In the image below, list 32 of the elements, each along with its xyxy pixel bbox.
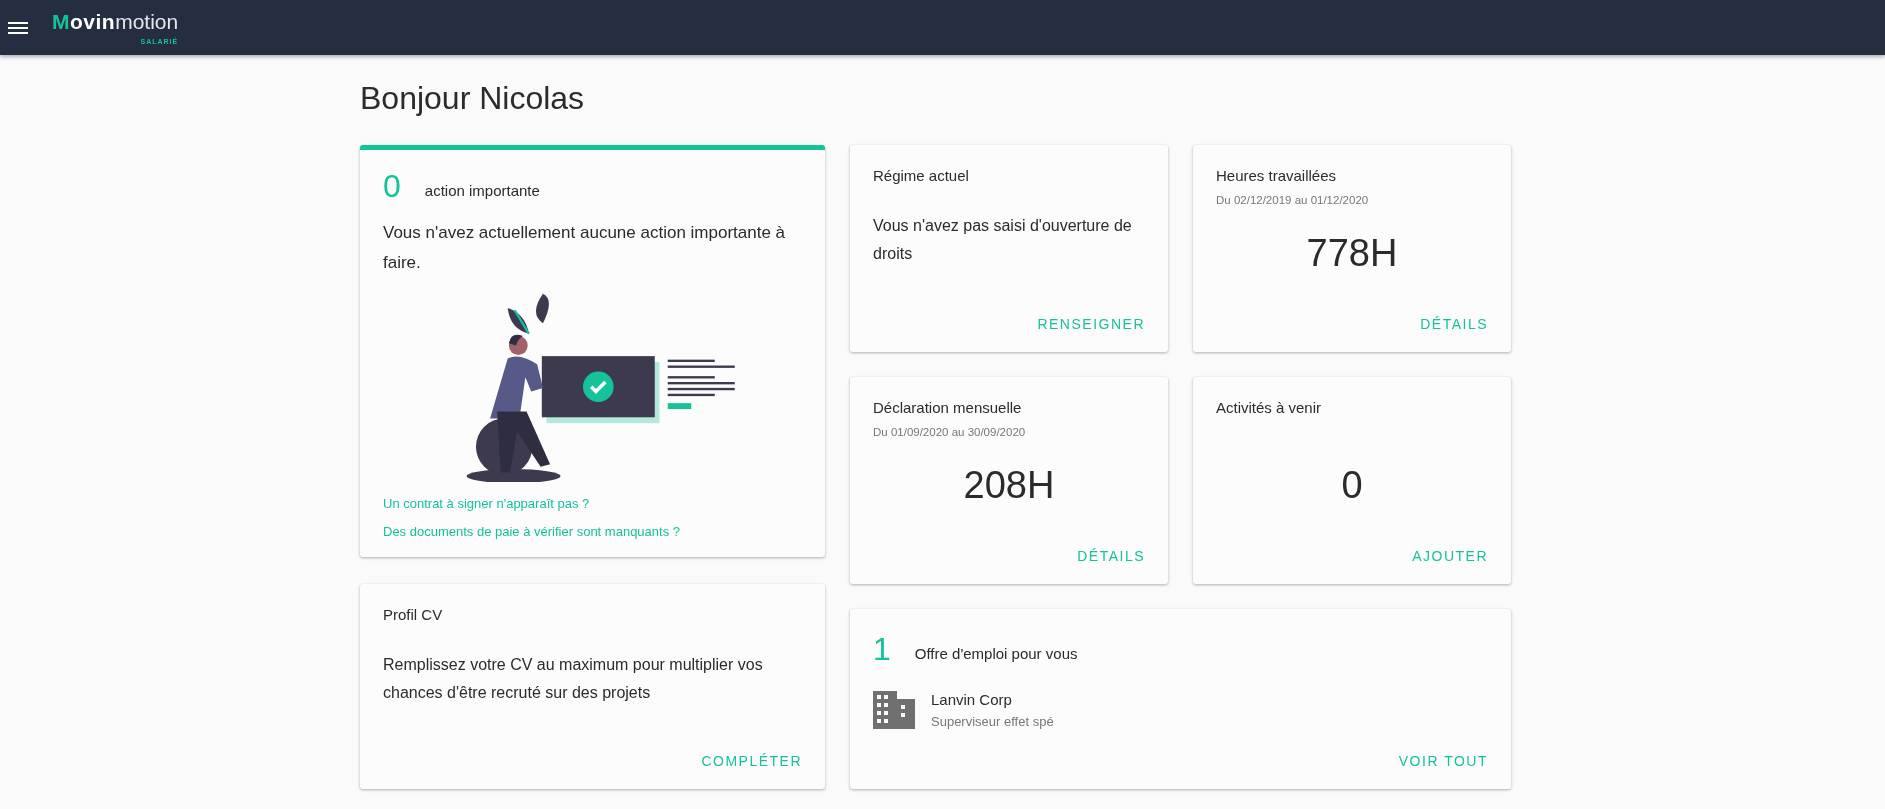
stat-value: 208H (962, 463, 1056, 509)
company-name: Lanvin Corp (931, 690, 1013, 711)
complete-button[interactable]: COMPLÉTER (701, 751, 802, 773)
card-title: Heures travaillées (1216, 166, 1338, 187)
job-position: Superviseur effet spé (931, 712, 1054, 731)
card-title: Activités à venir (1216, 398, 1323, 419)
greeting-title: Bonjour Nicolas (360, 79, 586, 118)
card-message: Vous n'avez actuellement aucune action importante à faire. (383, 222, 787, 275)
card-title: Régime actuel (873, 166, 970, 187)
card-title: Profil CV (383, 605, 444, 626)
card-action-button[interactable]: RENSEIGNER (1037, 314, 1145, 336)
card-message: Vous n'avez pas saisi d'ouverture de droits (873, 215, 1133, 264)
logo-text: motion (115, 9, 179, 36)
help-link[interactable]: Des documents de paie à vérifier sont manquants ? (383, 521, 680, 542)
stat-value: 0 (1340, 463, 1364, 509)
card-message: Remplissez votre CV au maximum pour multiplier vos chances d'être recruté sur des projets (383, 654, 764, 703)
help-link[interactable]: Un contrat à signer n'apparaît pas ? (383, 494, 590, 514)
date-range: Du 01/09/2020 au 30/09/2020 (873, 424, 1027, 440)
card-title: Offre d'emploi pour vous (914, 643, 1078, 664)
date-range: Du 02/12/2019 au 01/12/2020 (1216, 192, 1370, 208)
action-count: 0 (383, 170, 401, 203)
stat-value: 778H (1305, 231, 1399, 277)
building-icon (873, 691, 915, 730)
card-title: Déclaration mensuelle (873, 398, 1023, 419)
card-action-button[interactable]: DÉTAILS (1077, 546, 1145, 568)
see-all-button[interactable]: VOIR TOUT (1398, 751, 1488, 773)
card-action-button[interactable]: DÉTAILS (1420, 314, 1488, 336)
menu-icon[interactable] (8, 19, 28, 36)
card-title: action importante (424, 180, 540, 201)
card-action-button[interactable]: AJOUTER (1412, 546, 1488, 568)
job-count: 1 (873, 633, 891, 666)
logo-text: Movin (52, 9, 116, 36)
